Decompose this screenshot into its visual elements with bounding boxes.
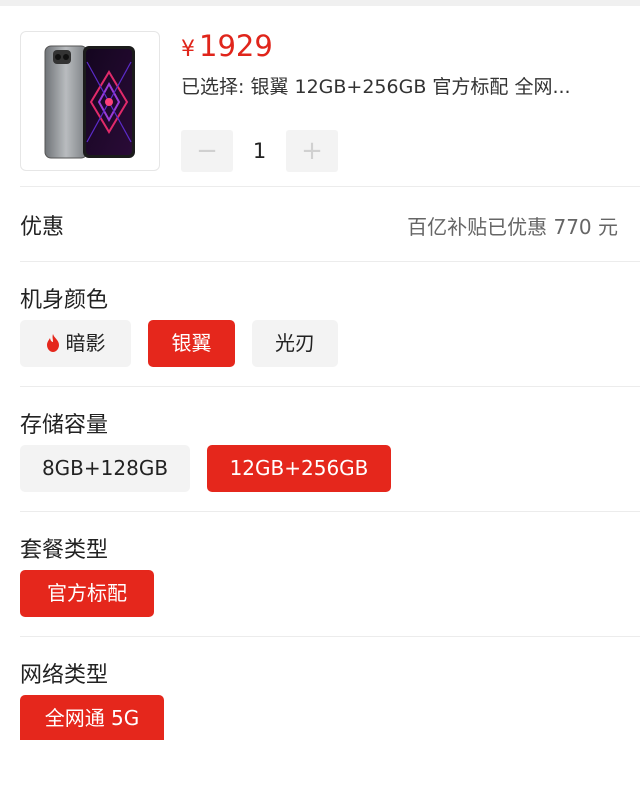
network-option-label: 全网通 5G xyxy=(44,706,140,730)
color-option-label: 暗影 xyxy=(65,331,106,355)
flame-icon xyxy=(46,334,59,352)
price-value: 1929 xyxy=(199,29,273,63)
storage-option-label: 8GB+128GB xyxy=(41,456,169,480)
phone-image xyxy=(44,45,135,159)
storage-option-12-256[interactable]: 12GB+256GB xyxy=(207,445,391,492)
product-price: ¥1929 xyxy=(181,28,273,68)
increase-button[interactable]: + xyxy=(286,130,338,172)
package-section: 套餐类型 官方标配 xyxy=(0,512,640,636)
color-section: 机身颜色 暗影 银翼 光刃 xyxy=(0,262,640,386)
product-thumbnail[interactable] xyxy=(20,31,160,171)
network-section-title: 网络类型 xyxy=(20,663,109,688)
storage-section-title: 存储容量 xyxy=(20,413,109,438)
network-option-5g[interactable]: 全网通 5G xyxy=(20,695,164,740)
package-option-standard[interactable]: 官方标配 xyxy=(20,570,154,617)
storage-option-label: 12GB+256GB xyxy=(229,456,369,480)
promo-value: 百亿补贴已优惠 770 元 xyxy=(407,215,618,239)
network-section: 网络类型 全网通 5G xyxy=(0,637,640,745)
selected-variant-text: 已选择: 银翼 12GB+256GB 官方标配 全网... xyxy=(181,76,571,98)
storage-section: 存储容量 8GB+128GB 12GB+256GB xyxy=(0,387,640,511)
currency-symbol: ¥ xyxy=(181,37,195,62)
plus-icon: + xyxy=(301,136,323,166)
minus-icon: − xyxy=(196,136,218,166)
color-option-label: 银翼 xyxy=(171,331,212,355)
promo-row[interactable]: 优惠 百亿补贴已优惠 770 元 xyxy=(0,187,640,261)
color-option-silver-wing[interactable]: 银翼 xyxy=(148,320,235,367)
storage-option-8-128[interactable]: 8GB+128GB xyxy=(20,445,190,492)
color-option-shadow[interactable]: 暗影 xyxy=(20,320,131,367)
package-section-title: 套餐类型 xyxy=(20,538,109,563)
product-summary: ¥1929 已选择: 银翼 12GB+256GB 官方标配 全网... − 1 … xyxy=(0,6,640,186)
decrease-button[interactable]: − xyxy=(181,130,233,172)
color-option-label: 光刃 xyxy=(275,331,315,355)
package-option-label: 官方标配 xyxy=(47,581,127,605)
color-option-light-blade[interactable]: 光刃 xyxy=(252,320,338,367)
promo-label: 优惠 xyxy=(20,215,65,240)
quantity-value[interactable]: 1 xyxy=(233,130,286,172)
color-section-title: 机身颜色 xyxy=(20,288,109,313)
